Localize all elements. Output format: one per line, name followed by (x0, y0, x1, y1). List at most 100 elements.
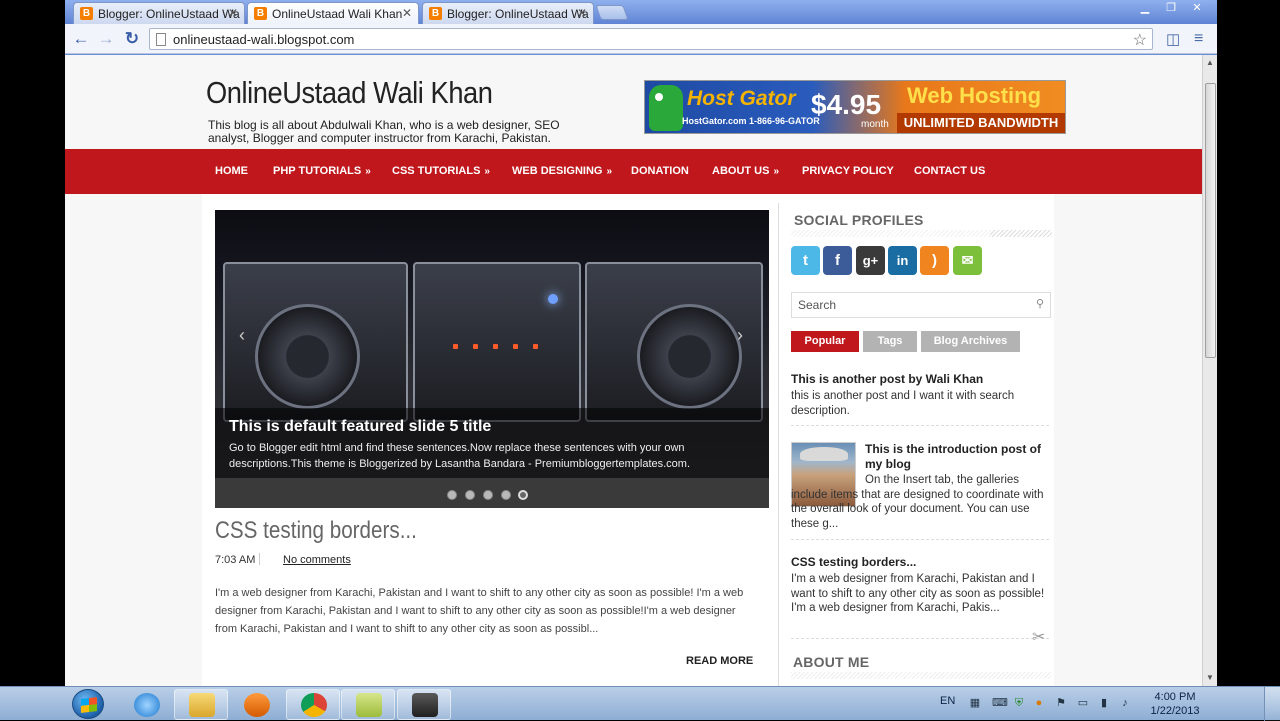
ie-logo (134, 693, 160, 717)
twitter-icon[interactable]: t (791, 246, 820, 275)
slider-next-icon[interactable]: › (727, 320, 753, 350)
hostgator-ad-banner[interactable]: Host Gator HostGator.com 1-866-96-GATOR … (644, 80, 1066, 134)
tray-app-icon[interactable]: ● (1032, 696, 1046, 710)
nav-contact-us[interactable]: CONTACT US (914, 149, 985, 194)
nav-php-tutorials[interactable]: PHP TUTORIALS» (273, 149, 371, 194)
post-excerpt: I'm a web designer from Karachi, Pakista… (215, 587, 744, 635)
post-separator (791, 539, 1051, 540)
popular-post-title[interactable]: This is another post by Wali Khan (791, 372, 983, 386)
post-title[interactable]: CSS testing borders... (215, 517, 417, 545)
forward-arrow-icon[interactable]: → (96, 29, 116, 49)
nav-donation[interactable]: DONATION (631, 149, 689, 194)
scroll-thumb[interactable] (1205, 83, 1216, 358)
google-plus-icon[interactable]: g+ (856, 246, 885, 275)
close-window-icon[interactable]: ✕ (1185, 0, 1209, 16)
tab-tags[interactable]: Tags (863, 331, 917, 352)
social-profiles-title: SOCIAL PROFILES (794, 212, 924, 228)
address-bar[interactable]: onlineustaad-wali.blogspot.com ☆ (149, 28, 1153, 50)
nav-home[interactable]: HOME (215, 149, 248, 194)
slider-dot-3[interactable] (483, 490, 493, 500)
blogger-favicon-icon: B (429, 7, 442, 20)
blogger-favicon-icon: B (80, 7, 93, 20)
close-tab-icon[interactable]: ✕ (228, 6, 238, 20)
email-icon[interactable]: ✉ (953, 246, 982, 275)
tab-blogger-1[interactable]: B Blogger: OnlineUstaad Wa ✕ (73, 2, 245, 24)
read-more-link[interactable]: READ MORE (686, 655, 753, 667)
page-icon (156, 33, 166, 46)
close-tab-icon[interactable]: ✕ (577, 6, 587, 20)
slider-dot-5[interactable] (518, 490, 528, 500)
tray-keyboard-icon[interactable]: ⌨ (992, 696, 1008, 710)
nav-web-designing[interactable]: WEB DESIGNING» (512, 149, 612, 194)
featured-slider[interactable]: ‹ › This is default featured slide 5 tit… (215, 210, 769, 508)
tab-blogger-2[interactable]: B Blogger: OnlineUstaad Wa ✕ (422, 2, 594, 24)
tab-popular[interactable]: Popular (791, 331, 859, 352)
media-player-icon[interactable] (229, 689, 283, 720)
browser-window: B Blogger: OnlineUstaad Wa ✕ B OnlineUst… (65, 0, 1217, 686)
reload-icon[interactable]: ↻ (122, 29, 142, 49)
slider-dot-2[interactable] (465, 490, 475, 500)
nav-privacy-policy[interactable]: PRIVACY POLICY (802, 149, 894, 194)
facebook-icon[interactable]: f (823, 246, 852, 275)
system-clock[interactable]: 4:00 PM 1/22/2013 (1140, 690, 1210, 718)
search-icon[interactable]: ⚲ (1036, 297, 1044, 310)
popular-post-excerpt: On the Insert tab, the galleries include… (791, 474, 1044, 530)
ad-headline: Web Hosting (907, 83, 1042, 108)
folder-logo (189, 693, 215, 717)
sidebar-search-input[interactable]: Search ⚲ (791, 292, 1051, 318)
post-separator (791, 425, 1051, 426)
tray-power-icon[interactable]: ▮ (1097, 696, 1111, 710)
page-scrollbar[interactable]: ▲ ▼ (1202, 55, 1217, 686)
popular-post-title[interactable]: This is the introduction post of my blog (865, 442, 1051, 472)
popular-post-excerpt: this is another post and I want it with … (791, 390, 1015, 417)
slide-title[interactable]: This is default featured slide 5 title (229, 418, 491, 436)
slider-dot-1[interactable] (447, 490, 457, 500)
tray-display-icon[interactable]: ▭ (1076, 696, 1090, 710)
tray-volume-icon[interactable]: ♪ (1118, 696, 1132, 710)
site-title[interactable]: OnlineUstaad Wali Khan (206, 75, 493, 111)
tray-flag-icon[interactable]: ⚑ (1054, 696, 1068, 710)
clock-time: 4:00 PM (1154, 691, 1196, 703)
new-tab-button[interactable] (595, 5, 629, 20)
mixer-light (513, 344, 518, 349)
camtasia-icon[interactable] (397, 689, 451, 720)
tab-blog-archives[interactable]: Blog Archives (921, 331, 1020, 352)
address-text: onlineustaad-wali.blogspot.com (173, 32, 355, 47)
slider-dot-4[interactable] (501, 490, 511, 500)
recorder-logo (412, 693, 438, 717)
linkedin-icon[interactable]: in (888, 246, 917, 275)
sidebar-divider (778, 203, 779, 686)
nav-label: HOME (215, 165, 248, 177)
bookmark-star-icon[interactable]: ☆ (1133, 30, 1147, 50)
windows-logo-icon (81, 697, 97, 713)
internet-explorer-icon[interactable] (119, 689, 173, 720)
scroll-down-icon[interactable]: ▼ (1206, 673, 1214, 682)
close-tab-icon[interactable]: ✕ (402, 6, 412, 20)
file-explorer-icon[interactable] (174, 689, 228, 720)
ad-period: month (861, 119, 889, 130)
post-comments-link[interactable]: No comments (283, 554, 351, 566)
start-button[interactable] (72, 689, 104, 719)
minimize-icon[interactable]: ▁ (1133, 0, 1157, 16)
restore-icon[interactable]: ❐ (1159, 0, 1183, 16)
submenu-chevron-icon: » (606, 166, 613, 177)
tray-security-icon[interactable]: ⛨ (1012, 696, 1026, 710)
nav-about-us[interactable]: ABOUT US» (712, 149, 779, 194)
rss-icon[interactable]: ) (920, 246, 949, 275)
scroll-up-icon[interactable]: ▲ (1206, 58, 1214, 67)
tray-network-icon[interactable]: ▦ (968, 696, 982, 710)
extension-icon[interactable]: ◫ (1166, 30, 1180, 48)
notes-icon[interactable] (341, 689, 395, 720)
tab-onlineustaad[interactable]: B OnlineUstaad Wali Khan ✕ (247, 2, 419, 24)
language-indicator[interactable]: EN (940, 695, 955, 711)
back-arrow-icon[interactable]: ← (71, 29, 91, 49)
chrome-icon[interactable] (286, 689, 340, 720)
show-desktop-button[interactable] (1264, 687, 1280, 721)
post-time: 7:03 AM (215, 554, 256, 566)
slider-prev-icon[interactable]: ‹ (229, 320, 255, 350)
nav-css-tutorials[interactable]: CSS TUTORIALS» (392, 149, 490, 194)
tab-label: Blogger: OnlineUstaad Wa (98, 7, 240, 21)
wrench-menu-icon[interactable]: ≡ (1194, 30, 1203, 48)
tools-icon[interactable]: ✂ (1032, 627, 1045, 647)
popular-post-title[interactable]: CSS testing borders... (791, 555, 916, 569)
